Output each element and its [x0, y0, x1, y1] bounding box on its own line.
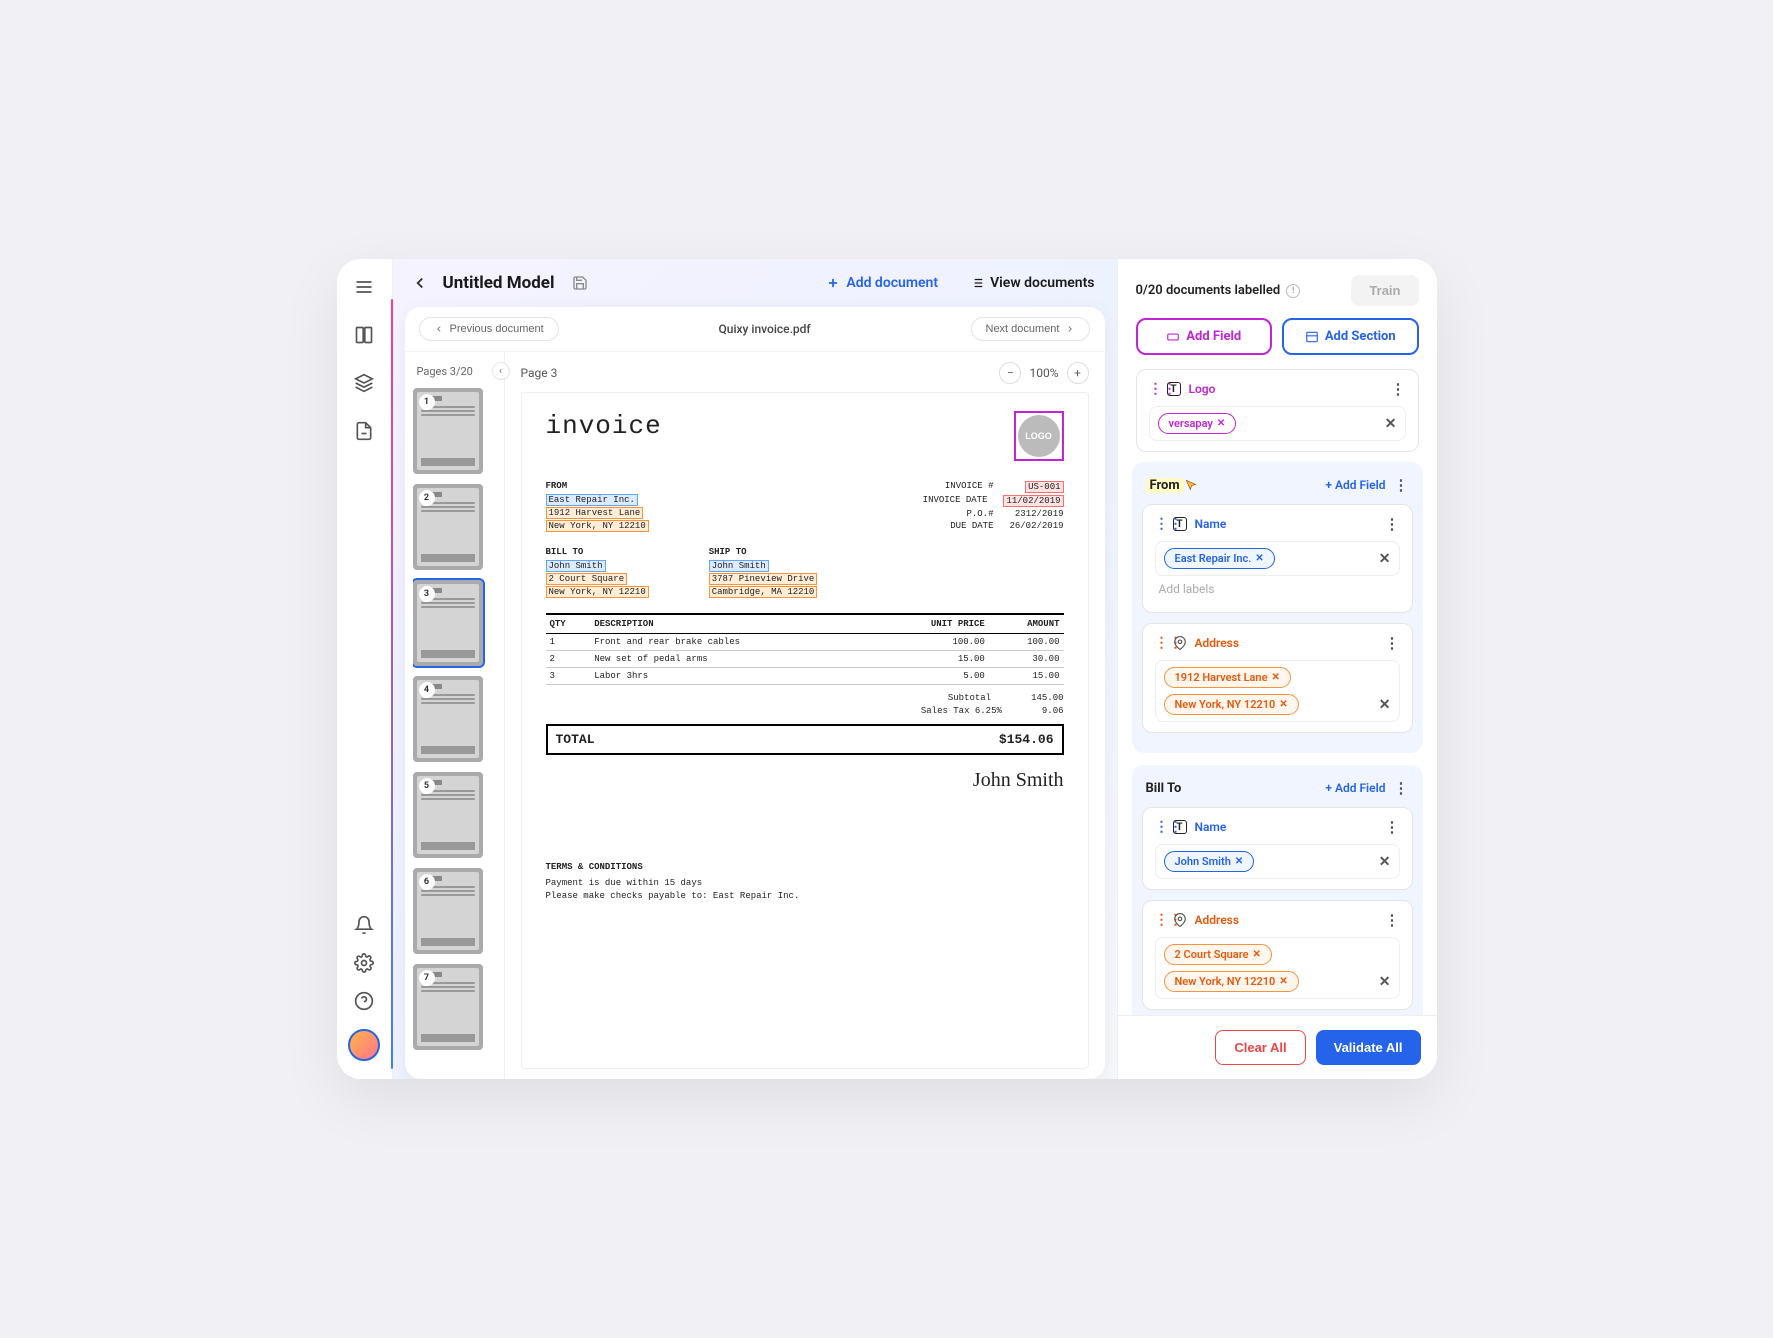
document-viewer: Previous document Quixy invoice.pdf Next… — [405, 307, 1105, 1079]
field-billto-name: ⋮⋮ T Name ⋮ John Smith✕ ✕ — [1142, 807, 1413, 890]
layers-icon[interactable] — [354, 373, 374, 393]
field-menu[interactable]: ⋮ — [1385, 911, 1400, 929]
validate-all-button[interactable]: Validate All — [1316, 1030, 1421, 1065]
center-panel: Untitled Model Add document View documen… — [393, 259, 1117, 1079]
document-page[interactable]: invoice LOGO FROM East Repair Inc. 1912 … — [521, 392, 1089, 1069]
field-menu[interactable]: ⋮ — [1385, 515, 1400, 533]
field-from-address: ⋮⋮ Address ⋮ 1912 Harvest Lane✕ New York… — [1142, 623, 1413, 733]
field-logo: ⋮⋮ T Logo ⋮ versapay✕ ✕ — [1136, 369, 1419, 452]
page-view: Page 3 − 100% + invoice LOGO — [505, 352, 1105, 1079]
add-section-button[interactable]: Add Section — [1282, 318, 1419, 355]
collapse-thumbs-button[interactable]: ‹ — [492, 362, 510, 380]
remove-chip-icon[interactable]: ✕ — [1217, 418, 1225, 429]
view-documents-button[interactable]: View documents — [970, 275, 1094, 291]
add-document-button[interactable]: Add document — [826, 275, 938, 291]
clear-chips-icon[interactable]: ✕ — [1385, 416, 1397, 432]
help-icon[interactable] — [354, 991, 374, 1011]
drag-handle[interactable]: ⋮⋮ — [1149, 382, 1159, 396]
cursor-icon — [1184, 478, 1198, 492]
page-thumb-7[interactable]: 7 — [413, 964, 483, 1050]
back-button[interactable] — [411, 274, 429, 292]
save-icon[interactable] — [568, 275, 588, 291]
thumbnail-strip: Pages 3/20 ‹ 1 2 3 4 5 6 7 — [405, 352, 505, 1079]
menu-icon[interactable] — [354, 277, 374, 297]
bell-icon[interactable] — [354, 915, 374, 935]
train-button[interactable]: Train — [1351, 275, 1418, 306]
field-menu[interactable]: ⋮ — [1385, 634, 1400, 652]
document-filename: Quixy invoice.pdf — [719, 322, 811, 336]
chip-versapay[interactable]: versapay✕ — [1158, 413, 1237, 434]
field-menu[interactable]: ⋮ — [1385, 818, 1400, 836]
drag-handle[interactable]: ⋮⋮ — [1155, 517, 1165, 531]
page-thumb-6[interactable]: 6 — [413, 868, 483, 954]
from-addr1-highlight[interactable]: 1912 Harvest Lane — [546, 507, 644, 519]
field-menu[interactable]: ⋮ — [1391, 380, 1406, 398]
invoice-line-items: QTYDESCRIPTIONUNIT PRICEAMOUNT 1Front an… — [546, 613, 1064, 685]
app-frame: Untitled Model Add document View documen… — [337, 259, 1437, 1079]
logo-annotation[interactable]: LOGO — [1014, 411, 1064, 461]
section-menu[interactable]: ⋮ — [1394, 779, 1409, 797]
current-page-label: Page 3 — [521, 366, 558, 380]
page-thumb-3[interactable]: 3 — [413, 580, 483, 666]
model-title: Untitled Model — [443, 273, 555, 293]
section-billto: Bill To + Add Field ⋮ ⋮⋮ T Name ⋮ — [1132, 765, 1423, 1015]
add-field-link-billto[interactable]: + Add Field — [1325, 781, 1385, 795]
section-from: From + Add Field ⋮ ⋮⋮ T Name ⋮ — [1132, 462, 1423, 753]
section-menu[interactable]: ⋮ — [1394, 476, 1409, 494]
add-field-button[interactable]: Add Field — [1136, 318, 1273, 355]
info-icon[interactable]: ! — [1286, 284, 1300, 298]
gear-icon[interactable] — [354, 953, 374, 973]
add-field-link-from[interactable]: + Add Field — [1325, 478, 1385, 492]
zoom-in-button[interactable]: + — [1067, 362, 1089, 384]
topbar: Untitled Model Add document View documen… — [393, 259, 1117, 303]
logo-chips[interactable]: versapay✕ ✕ — [1149, 406, 1406, 441]
field-billto-address: ⋮⋮ Address ⋮ 2 Court Square✕ New York, N… — [1142, 900, 1413, 1010]
prev-document-button[interactable]: Previous document — [419, 317, 559, 341]
zoom-level: 100% — [1029, 366, 1058, 380]
page-thumb-2[interactable]: 2 — [413, 484, 483, 570]
page-thumb-1[interactable]: 1 — [413, 388, 483, 474]
field-from-name: ⋮⋮ T Name ⋮ East Repair Inc.✕ ✕ Add labe… — [1142, 504, 1413, 613]
zoom-out-button[interactable]: − — [999, 362, 1021, 384]
add-labels-input[interactable]: Add labels — [1155, 576, 1400, 602]
from-name-highlight[interactable]: East Repair Inc. — [546, 494, 638, 506]
drag-handle[interactable]: ⋮⋮ — [1155, 913, 1165, 927]
clear-all-button[interactable]: Clear All — [1215, 1030, 1305, 1065]
drag-handle[interactable]: ⋮⋮ — [1155, 636, 1165, 650]
text-type-icon: T — [1173, 820, 1187, 834]
nav-rail — [337, 259, 393, 1079]
signature: John Smith — [546, 769, 1064, 792]
documents-labelled-status: 0/20 documents labelled — [1136, 283, 1281, 298]
drag-handle[interactable]: ⋮⋮ — [1155, 820, 1165, 834]
location-icon — [1173, 913, 1187, 927]
layout-icon[interactable] — [354, 325, 374, 345]
location-icon — [1173, 636, 1187, 650]
page-thumb-5[interactable]: 5 — [413, 772, 483, 858]
pages-summary: Pages 3/20 — [417, 365, 473, 378]
from-addr2-highlight[interactable]: New York, NY 12210 — [546, 520, 649, 532]
invoice-title: invoice — [546, 411, 662, 441]
avatar[interactable] — [348, 1029, 380, 1061]
document-icon[interactable] — [354, 421, 374, 441]
page-thumb-4[interactable]: 4 — [413, 676, 483, 762]
next-document-button[interactable]: Next document — [971, 317, 1091, 341]
text-type-icon: T — [1173, 517, 1187, 531]
labeling-panel: 0/20 documents labelled ! Train Add Fiel… — [1117, 259, 1437, 1079]
text-type-icon: T — [1167, 382, 1181, 396]
